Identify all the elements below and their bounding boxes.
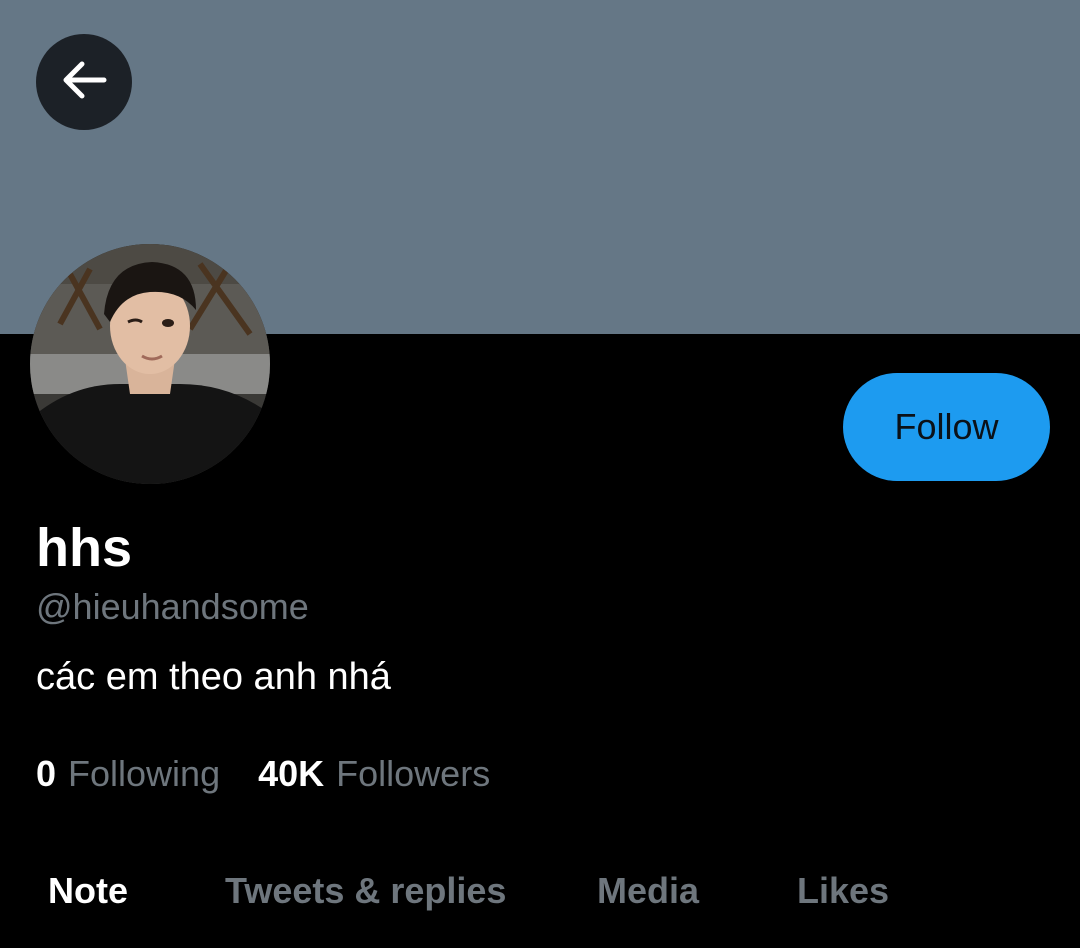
profile-tabs: Note Tweets & replies Media Likes bbox=[0, 862, 1080, 922]
user-handle: @hieuhandsome bbox=[36, 586, 309, 627]
follow-button[interactable]: Follow bbox=[843, 373, 1050, 481]
avatar[interactable] bbox=[30, 244, 270, 484]
following-label: Following bbox=[68, 753, 221, 794]
followers-label: Followers bbox=[336, 753, 491, 794]
profile-stats: 0 Following 40K Followers bbox=[36, 752, 490, 796]
following-stat[interactable]: 0 Following bbox=[36, 752, 220, 796]
following-count: 0 bbox=[36, 753, 57, 794]
followers-stat[interactable]: 40K Followers bbox=[258, 752, 490, 796]
followers-count: 40K bbox=[258, 753, 325, 794]
tab-media[interactable]: Media bbox=[597, 862, 699, 920]
arrow-left-icon bbox=[56, 52, 112, 113]
display-name: hhs bbox=[36, 518, 133, 578]
user-bio: các em theo anh nhá bbox=[36, 656, 391, 698]
tab-tweets-and-replies[interactable]: Tweets & replies bbox=[225, 862, 506, 920]
tab-likes[interactable]: Likes bbox=[797, 862, 889, 920]
tab-note[interactable]: Note bbox=[48, 862, 128, 920]
back-button[interactable] bbox=[36, 34, 132, 130]
